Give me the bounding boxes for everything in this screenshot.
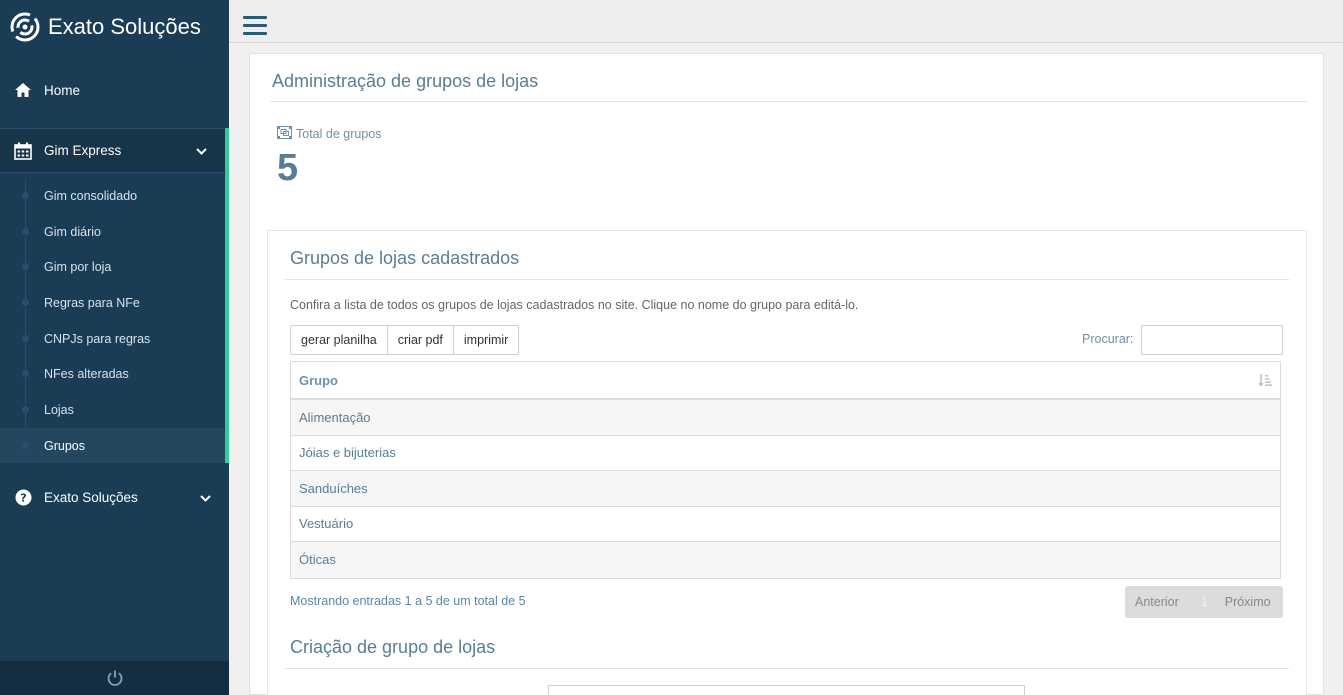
main-panel: Administração de grupos de lojas Total d…	[249, 53, 1324, 695]
export-excel-button[interactable]: gerar planilha	[290, 325, 388, 355]
divider	[270, 101, 1307, 102]
divider	[285, 668, 1289, 669]
bullet-dot	[22, 442, 29, 449]
bullet-dot	[22, 228, 29, 235]
sidebar-item-label: Exato Soluções	[44, 490, 138, 505]
search-label: Procurar:	[1082, 332, 1134, 346]
table-info: Mostrando entradas 1 a 5 de um total de …	[290, 594, 526, 608]
group-name-link[interactable]: Jóias e bijuterias	[299, 445, 396, 460]
brand-logo-icon	[10, 12, 40, 42]
export-pdf-button[interactable]: criar pdf	[387, 325, 454, 355]
divider	[285, 279, 1289, 280]
sidebar-item-grupos[interactable]: Grupos	[0, 428, 225, 463]
stat-value: 5	[277, 147, 299, 189]
print-button[interactable]: imprimir	[453, 325, 520, 355]
card-title: Grupos de lojas cadastrados	[290, 248, 520, 268]
sidebar-item-regras-nfe[interactable]: Regras para NFe	[0, 285, 225, 320]
group-name-link[interactable]: Sanduíches	[299, 481, 368, 496]
table-row[interactable]: Jóias e bijuterias	[291, 436, 1280, 471]
table-row[interactable]: Óticas	[291, 542, 1280, 578]
column-header-label: Grupo	[299, 372, 338, 388]
table-row[interactable]: Alimentação	[291, 400, 1280, 436]
sidebar: Exato Soluções Home Gim Express Gim cons…	[0, 0, 229, 695]
object-group-icon	[277, 126, 292, 142]
pagination-next[interactable]: Próximo	[1225, 595, 1271, 609]
groups-list-card: Grupos de lojas cadastrados Confira a li…	[267, 230, 1307, 695]
sort-alpha-icon	[1258, 373, 1272, 390]
chevron-down-icon	[196, 143, 207, 158]
page-title: Administração de grupos de lojas	[272, 71, 539, 91]
svg-text:?: ?	[20, 492, 26, 505]
active-section-accent	[225, 128, 229, 463]
home-icon	[13, 80, 33, 100]
group-name-link[interactable]: Óticas	[299, 552, 336, 567]
chevron-down-icon	[200, 490, 211, 505]
bullet-dot	[22, 370, 29, 377]
search-input[interactable]	[1141, 325, 1283, 355]
bullet-dot	[22, 192, 29, 199]
sidebar-item-gim-diario[interactable]: Gim diário	[0, 214, 225, 249]
brand[interactable]: Exato Soluções	[0, 0, 229, 54]
question-circle-icon: ?	[13, 488, 33, 508]
group-name-link[interactable]: Alimentação	[299, 410, 371, 425]
sidebar-item-home[interactable]: Home	[0, 72, 229, 108]
sidebar-item-cnpjs-regras[interactable]: CNPJs para regras	[0, 321, 225, 356]
menu-toggle-icon[interactable]	[243, 16, 267, 36]
sidebar-item-gim-express[interactable]: Gim Express	[0, 128, 229, 173]
sidebar-item-gim-por-loja[interactable]: Gim por loja	[0, 249, 225, 284]
logout-button[interactable]	[0, 661, 229, 695]
card-description: Confira a lista de todos os grupos de lo…	[290, 298, 859, 312]
sidebar-item-gim-consolidado[interactable]: Gim consolidado	[0, 178, 225, 213]
stat-label: Total de grupos	[277, 126, 381, 142]
table-row[interactable]: Sanduíches	[291, 471, 1280, 507]
table-header-grupo[interactable]: Grupo	[291, 362, 1280, 400]
create-group-title: Criação de grupo de lojas	[290, 637, 496, 657]
pagination-prev[interactable]: Anterior	[1135, 595, 1179, 609]
table-row[interactable]: Vestuário	[291, 507, 1280, 542]
export-button-group: gerar planilha criar pdf imprimir	[290, 325, 520, 355]
sidebar-item-exato-solucoes[interactable]: ? Exato Soluções	[0, 480, 229, 515]
sidebar-item-label: Grupos	[44, 438, 85, 453]
pagination-page-1[interactable]: 1	[1201, 595, 1208, 609]
group-name-input[interactable]	[548, 685, 1025, 695]
pagination: Anterior 1 Próximo	[1125, 586, 1283, 618]
topbar	[229, 0, 1343, 43]
sidebar-item-label: Regras para NFe	[44, 295, 140, 310]
sidebar-item-label: Lojas	[44, 402, 74, 417]
sidebar-item-label: Gim diário	[44, 224, 101, 239]
sidebar-item-label: Home	[44, 82, 81, 98]
sidebar-item-label: NFes alteradas	[44, 366, 129, 381]
calendar-icon	[13, 141, 33, 161]
sidebar-item-lojas[interactable]: Lojas	[0, 392, 225, 427]
bullet-dot	[22, 299, 29, 306]
bullet-dot	[22, 335, 29, 342]
stat-label-text: Total de grupos	[296, 127, 382, 141]
sidebar-item-label: Gim consolidado	[44, 188, 138, 203]
bullet-dot	[22, 406, 29, 413]
groups-table: Grupo Alimentação Jóias e bijuterias San…	[290, 361, 1281, 579]
sidebar-item-label: Gim por loja	[44, 259, 112, 274]
sidebar-item-label: Gim Express	[44, 143, 122, 158]
brand-name: Exato Soluções	[48, 14, 201, 39]
sidebar-item-nfes-alteradas[interactable]: NFes alteradas	[0, 356, 225, 391]
bullet-dot	[22, 263, 29, 270]
sidebar-item-label: CNPJs para regras	[44, 331, 151, 346]
group-name-link[interactable]: Vestuário	[299, 516, 353, 531]
power-icon	[107, 670, 122, 686]
